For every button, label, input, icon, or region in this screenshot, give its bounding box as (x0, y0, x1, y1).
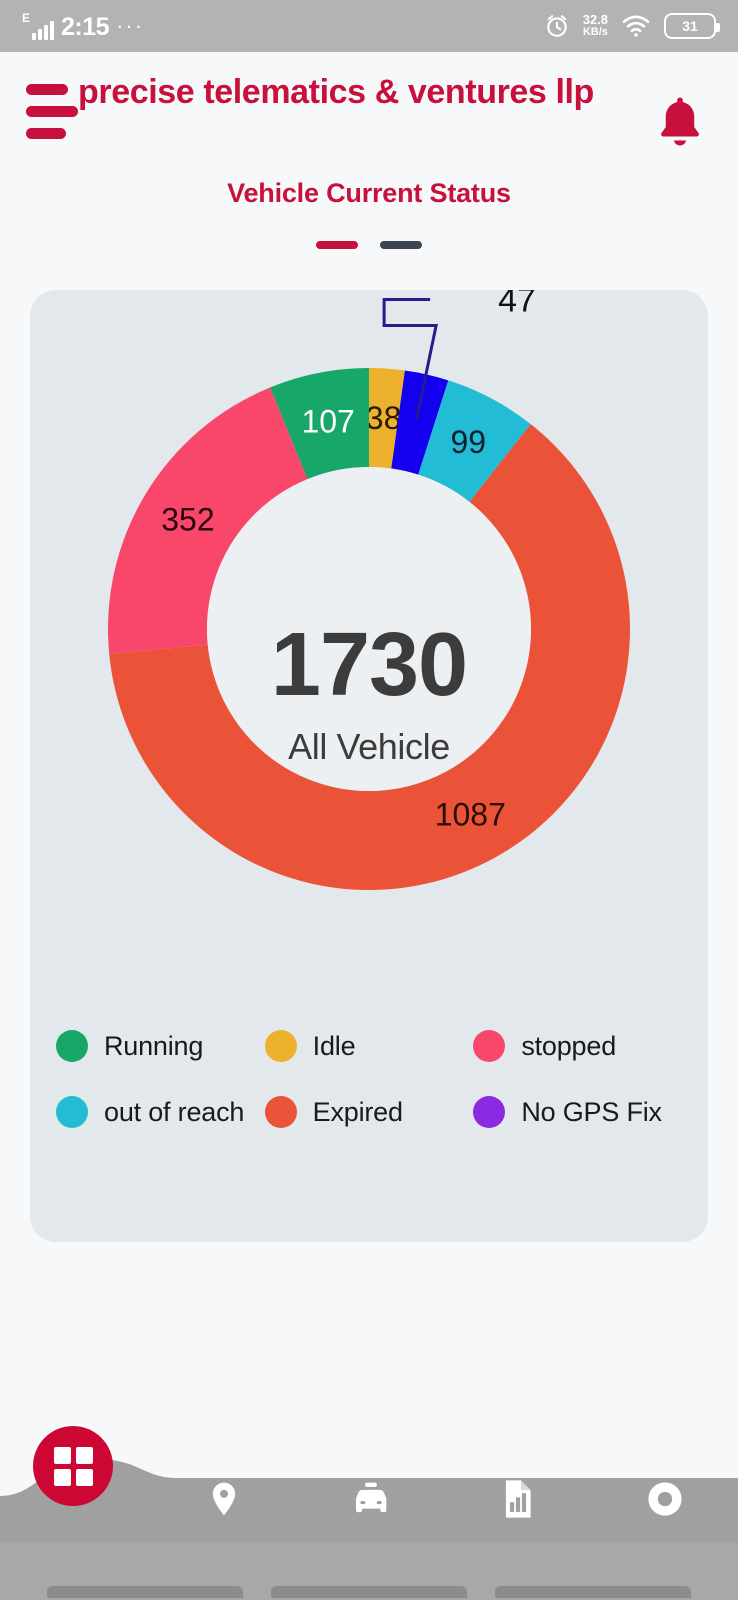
system-navigation-bar (0, 1542, 738, 1600)
recents-button[interactable] (495, 1586, 691, 1598)
donut-hole (207, 467, 531, 791)
wifi-icon (622, 15, 650, 37)
bottom-nav-items (150, 1456, 738, 1542)
legend-item-expired[interactable]: Expired (264, 1096, 474, 1128)
legend-item-stopped[interactable]: stopped (473, 1030, 682, 1062)
legend-item-no-gps-fix[interactable]: No GPS Fix (473, 1096, 682, 1128)
legend-label-expired: Expired (312, 1096, 403, 1127)
legend-item-idle[interactable]: Idle (264, 1030, 474, 1062)
chart-legend: Running Idle stopped out of reach Expire… (30, 1030, 708, 1128)
data-rate-indicator: 32.8 KB/s (583, 13, 608, 38)
legend-label-idle: Idle (312, 1030, 356, 1061)
legend-label-no-gps-fix: No GPS Fix (521, 1096, 662, 1127)
section-title: Vehicle Current Status (227, 178, 511, 208)
bell-icon[interactable] (650, 92, 710, 152)
car-icon (355, 1482, 386, 1513)
circle-profile-icon (647, 1482, 682, 1516)
data-rate-unit: KB/s (582, 26, 608, 39)
status-bar-left: E 2:15 ··· (22, 12, 144, 40)
legend-color-swatch-idle (264, 1030, 297, 1062)
app-header: precise telematics & ventures llp (0, 52, 738, 182)
legend-color-swatch-no-gps-fix (473, 1096, 506, 1128)
page-dot-2[interactable] (380, 241, 422, 249)
location-pin-icon (212, 1482, 235, 1516)
hamburger-menu-icon[interactable] (26, 84, 78, 150)
status-bar: E 2:15 ··· 32.8 KB/s 31 (0, 0, 738, 52)
home-button[interactable] (271, 1586, 467, 1598)
system-nav-pills (0, 1586, 738, 1600)
legend-item-out-of-reach[interactable]: out of reach (56, 1096, 265, 1128)
battery-icon: 31 (664, 13, 720, 39)
status-bar-overflow: ··· (116, 13, 145, 38)
donut-data-label-expired: 1087 (435, 797, 506, 833)
data-rate-value: 32.8 (582, 12, 608, 28)
legend-label-out-of-reach: out of reach (104, 1096, 245, 1127)
nav-item-profile[interactable] (630, 1464, 700, 1534)
network-type-label: E (22, 11, 31, 25)
status-bar-right: 32.8 KB/s 31 (544, 13, 720, 39)
donut-data-label-no-gps-fix: 47 (498, 290, 536, 320)
vehicle-status-card: 38 47 99 1087 352 107 1730 All Vehicle Runnin… (30, 282, 708, 1242)
battery-level-label: 31 (682, 18, 698, 34)
alarm-icon (546, 15, 567, 37)
nav-item-reports[interactable] (483, 1464, 553, 1534)
page-indicator (0, 241, 738, 249)
donut-chart-svg[interactable]: 38 47 99 1087 352 107 (30, 282, 708, 990)
donut-data-label-stopped: 352 (161, 502, 214, 538)
dashboard-fab-button[interactable] (33, 1426, 113, 1506)
status-bar-clock: 2:15 (61, 13, 110, 41)
donut-data-label-running: 107 (301, 403, 354, 439)
page-title: precise telematics & ventures llp (78, 73, 594, 111)
donut-chart: 38 47 99 1087 352 107 (30, 282, 708, 990)
legend-item-running[interactable]: Running (56, 1030, 265, 1062)
donut-data-label-out-of-reach: 99 (450, 424, 486, 460)
signal-bars-icon (32, 20, 55, 40)
report-chart-icon (505, 1480, 531, 1518)
back-button[interactable] (47, 1586, 243, 1598)
legend-label-running: Running (104, 1030, 204, 1061)
dashboard-grid-icon (53, 1446, 93, 1486)
app-root: E 2:15 ··· 32.8 KB/s 31 precise telemati… (0, 0, 738, 1600)
legend-color-swatch-expired (264, 1096, 297, 1128)
legend-color-swatch-stopped (473, 1030, 506, 1062)
bottom-navigation-bar (0, 1426, 738, 1542)
nav-item-map[interactable] (189, 1464, 259, 1534)
nav-item-vehicles[interactable] (336, 1464, 406, 1534)
donut-data-label-idle: 38 (366, 400, 402, 436)
legend-color-swatch-running (56, 1030, 88, 1062)
legend-label-stopped: stopped (521, 1030, 617, 1061)
page-dot-1[interactable] (316, 241, 358, 249)
legend-color-swatch-out-of-reach (56, 1096, 88, 1128)
